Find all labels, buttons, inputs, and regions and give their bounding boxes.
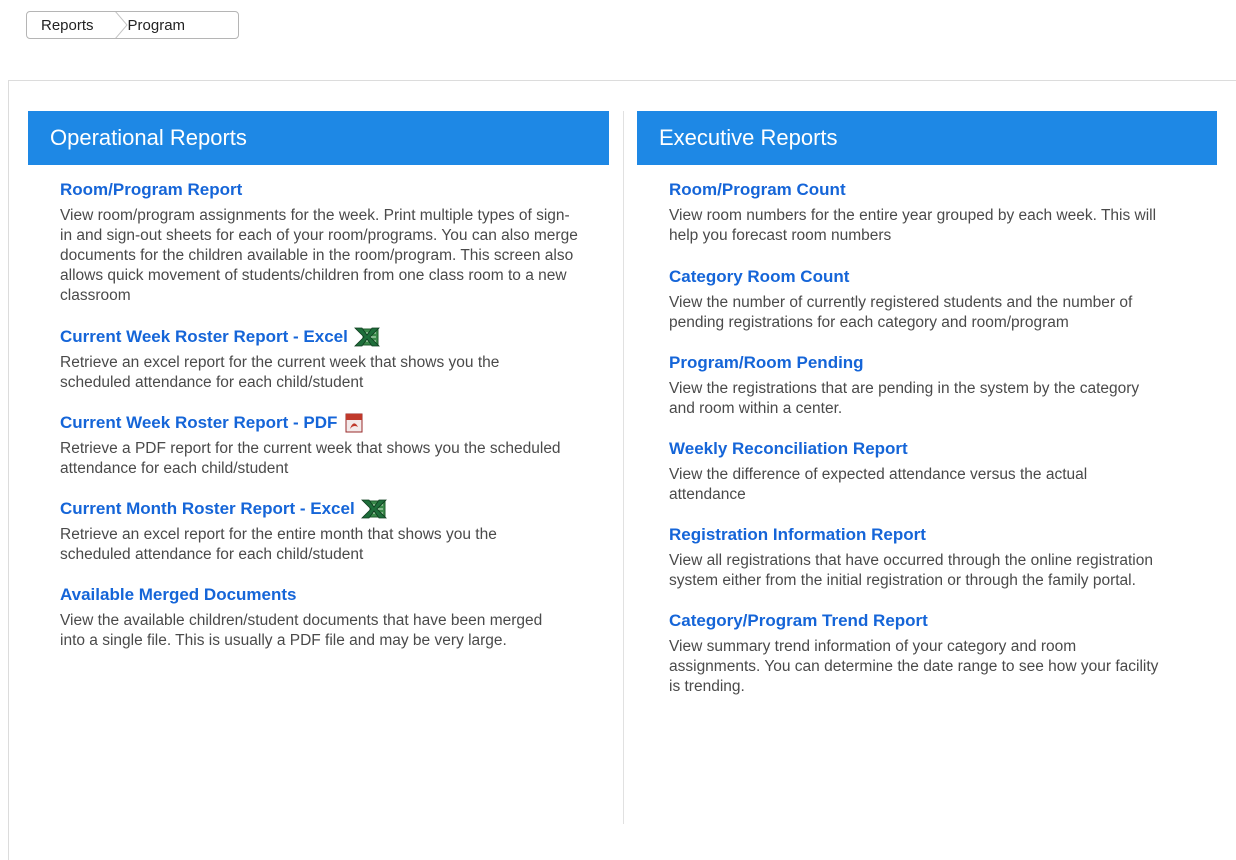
current-week-roster-pdf-link[interactable]: Current Week Roster Report - PDF xyxy=(60,412,365,434)
report-description: View the registrations that are pending … xyxy=(669,380,1140,417)
report-description: View summary trend information of your c… xyxy=(669,638,1159,695)
report-item: Available Merged Documents View the avai… xyxy=(60,584,589,651)
report-description: View the difference of expected attendan… xyxy=(669,466,1088,503)
report-item: Program/Room Pending View the registrati… xyxy=(669,352,1197,419)
excel-icon xyxy=(353,327,380,347)
current-week-roster-excel-link[interactable]: Current Week Roster Report - Excel xyxy=(60,326,380,348)
report-item: Current Week Roster Report - PDF Retriev… xyxy=(60,412,589,479)
report-description: View the available children/student docu… xyxy=(60,612,543,649)
report-item: Room/Program Report View room/program as… xyxy=(60,179,589,306)
report-description: View room numbers for the entire year gr… xyxy=(669,207,1157,244)
program-room-pending-link[interactable]: Program/Room Pending xyxy=(669,352,864,374)
excel-icon xyxy=(360,499,387,519)
category-room-count-link[interactable]: Category Room Count xyxy=(669,266,849,288)
report-title: Current Week Roster Report - PDF xyxy=(60,413,338,432)
breadcrumb: Reports Program xyxy=(26,11,239,39)
room-program-count-link[interactable]: Room/Program Count xyxy=(669,179,846,201)
report-title: Available Merged Documents xyxy=(60,585,297,604)
report-item: Current Month Roster Report - Excel Retr… xyxy=(60,498,589,565)
report-description: Retrieve a PDF report for the current we… xyxy=(60,440,561,477)
breadcrumb-item-reports[interactable]: Reports xyxy=(27,12,108,38)
registration-information-report-link[interactable]: Registration Information Report xyxy=(669,524,926,546)
executive-reports-header: Executive Reports xyxy=(637,111,1217,165)
report-item: Category Room Count View the number of c… xyxy=(669,266,1197,333)
breadcrumb-item-program[interactable]: Program xyxy=(108,12,186,38)
current-month-roster-excel-link[interactable]: Current Month Roster Report - Excel xyxy=(60,498,387,520)
report-item: Room/Program Count View room numbers for… xyxy=(669,179,1197,246)
operational-reports-header: Operational Reports xyxy=(28,111,609,165)
report-description: View the number of currently registered … xyxy=(669,294,1133,331)
report-title: Current Month Roster Report - Excel xyxy=(60,499,355,518)
report-title: Room/Program Report xyxy=(60,180,243,199)
report-description: View room/program assignments for the we… xyxy=(60,207,578,304)
report-title: Current Week Roster Report - Excel xyxy=(60,327,348,346)
executive-reports-column: Executive Reports Room/Program Count Vie… xyxy=(637,111,1217,697)
report-item: Current Week Roster Report - Excel Retri… xyxy=(60,326,589,393)
report-description: View all registrations that have occurre… xyxy=(669,552,1153,589)
category-program-trend-report-link[interactable]: Category/Program Trend Report xyxy=(669,610,928,632)
report-item: Weekly Reconciliation Report View the di… xyxy=(669,438,1197,505)
report-item: Category/Program Trend Report View summa… xyxy=(669,610,1197,697)
column-divider xyxy=(623,111,624,824)
pdf-icon xyxy=(345,413,363,433)
weekly-reconciliation-report-link[interactable]: Weekly Reconciliation Report xyxy=(669,438,908,460)
room-program-report-link[interactable]: Room/Program Report xyxy=(60,179,242,201)
report-item: Registration Information Report View all… xyxy=(669,524,1197,591)
report-description: Retrieve an excel report for the current… xyxy=(60,354,500,391)
operational-reports-column: Operational Reports Room/Program Report … xyxy=(28,111,609,651)
available-merged-documents-link[interactable]: Available Merged Documents xyxy=(60,584,297,606)
report-description: Retrieve an excel report for the entire … xyxy=(60,526,497,563)
